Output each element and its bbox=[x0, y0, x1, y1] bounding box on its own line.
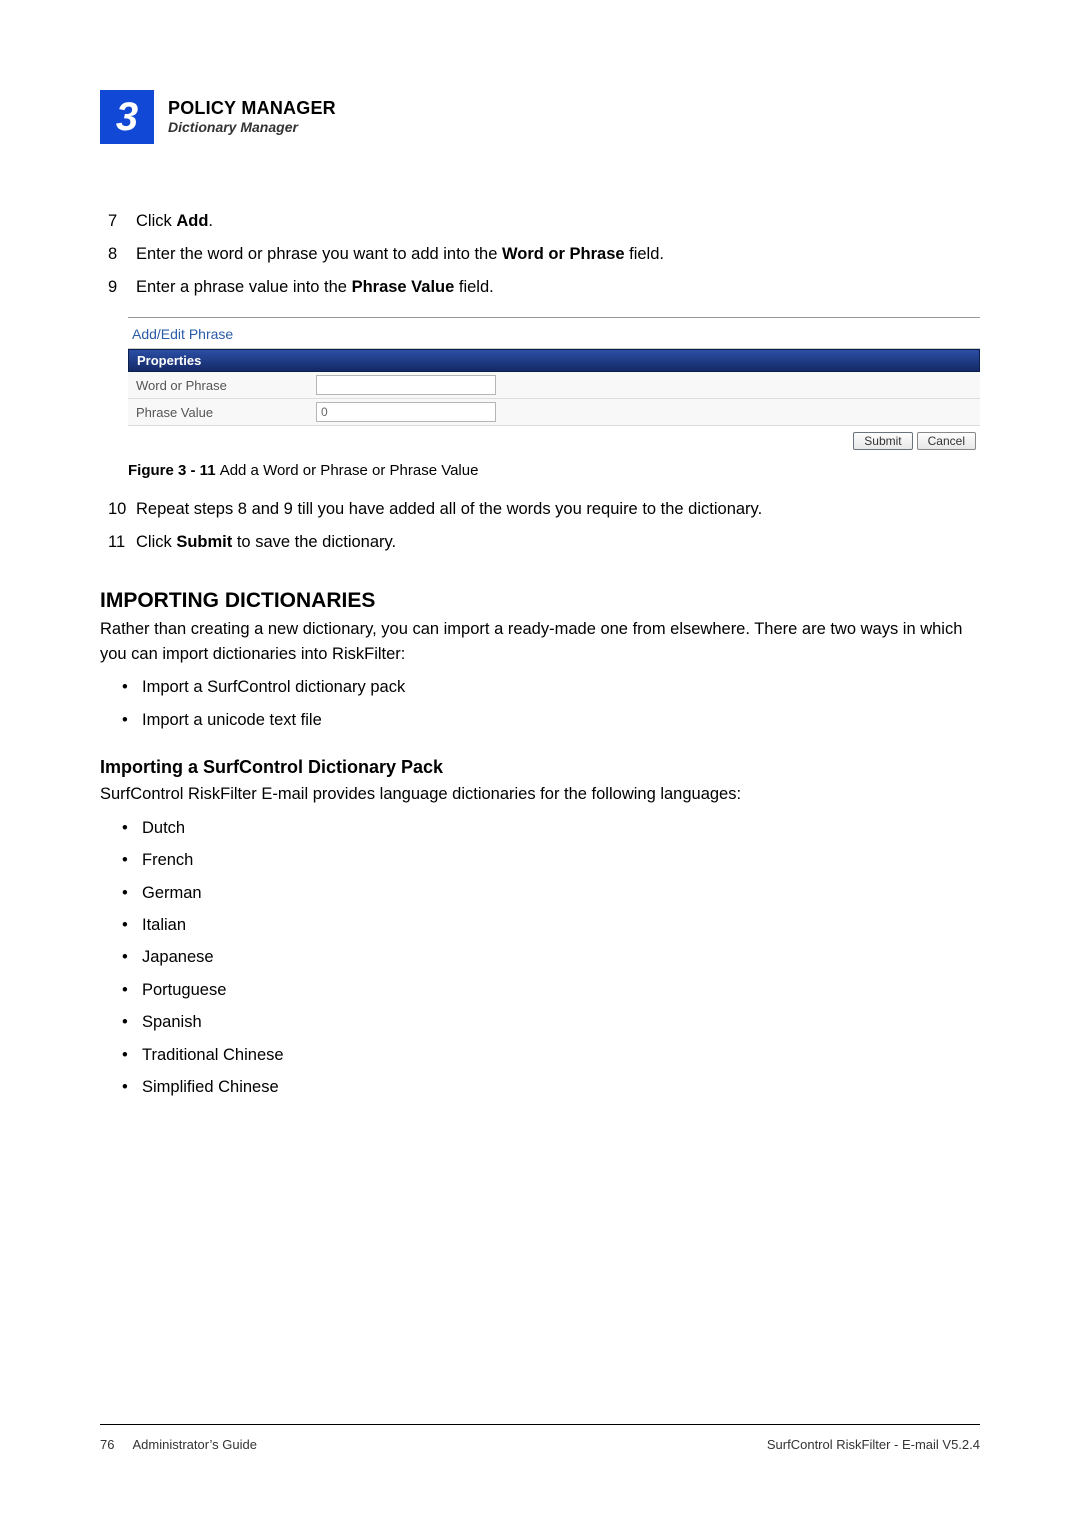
header-text: POLICY MANAGER Dictionary Manager bbox=[168, 98, 336, 136]
footer-left: 76 Administrator’s Guide bbox=[100, 1437, 257, 1452]
figure-row-word: Word or Phrase bbox=[128, 372, 980, 399]
list-item: Japanese bbox=[122, 944, 980, 970]
list-item: Import a SurfControl dictionary pack bbox=[122, 674, 980, 700]
figure-row-value: Phrase Value bbox=[128, 399, 980, 426]
product-version: SurfControl RiskFilter - E-mail V5.2.4 bbox=[767, 1437, 980, 1452]
h2b: MPORTING bbox=[106, 589, 219, 612]
figure-properties-header: Properties bbox=[128, 349, 980, 372]
step-item: 11Click Submit to save the dictionary. bbox=[108, 530, 980, 555]
step-text: Click Add. bbox=[136, 209, 980, 234]
list-item: Italian bbox=[122, 912, 980, 938]
page-footer: 76 Administrator’s Guide SurfControl Ris… bbox=[100, 1424, 980, 1452]
h2c: D bbox=[219, 589, 240, 612]
steps-list-b: 10Repeat steps 8 and 9 till you have add… bbox=[100, 497, 980, 555]
step-num: 9 bbox=[108, 275, 136, 300]
figure-row-label: Word or Phrase bbox=[136, 378, 316, 393]
page-header: 3 POLICY MANAGER Dictionary Manager bbox=[100, 90, 980, 144]
t3: M bbox=[236, 98, 256, 118]
guide-name: Administrator’s Guide bbox=[132, 1437, 257, 1452]
figure-row-label: Phrase Value bbox=[136, 405, 316, 420]
figure-caption: Figure 3 - 11 Add a Word or Phrase or Ph… bbox=[128, 462, 980, 479]
list-item: Simplified Chinese bbox=[122, 1074, 980, 1100]
list-item: German bbox=[122, 880, 980, 906]
figure-screenshot: Add/Edit Phrase Properties Word or Phras… bbox=[128, 317, 980, 454]
figure-actions: Submit Cancel bbox=[128, 426, 980, 454]
import-ways-list: Import a SurfControl dictionary pack Imp… bbox=[122, 674, 980, 733]
list-item: Traditional Chinese bbox=[122, 1042, 980, 1068]
h2d: ICTIONARIES bbox=[240, 589, 375, 612]
list-item: Dutch bbox=[122, 815, 980, 841]
step-num: 11 bbox=[108, 530, 136, 555]
languages-list: Dutch French German Italian Japanese Por… bbox=[122, 815, 980, 1101]
list-item: Portuguese bbox=[122, 977, 980, 1003]
section-heading-importing: IMPORTING DICTIONARIES bbox=[100, 589, 980, 613]
header-title: POLICY MANAGER bbox=[168, 98, 336, 119]
step-num: 7 bbox=[108, 209, 136, 234]
step-text: Repeat steps 8 and 9 till you have added… bbox=[136, 497, 980, 522]
t4: ANAGER bbox=[257, 98, 336, 118]
step-item: 8Enter the word or phrase you want to ad… bbox=[108, 242, 980, 267]
submit-button[interactable]: Submit bbox=[853, 432, 912, 450]
phrase-value-input[interactable] bbox=[316, 402, 496, 422]
step-text: Enter a phrase value into the Phrase Val… bbox=[136, 275, 980, 300]
step-item: 9Enter a phrase value into the Phrase Va… bbox=[108, 275, 980, 300]
steps-list-a: 7Click Add. 8Enter the word or phrase yo… bbox=[100, 209, 980, 299]
step-num: 10 bbox=[108, 497, 136, 522]
list-item: French bbox=[122, 847, 980, 873]
step-num: 8 bbox=[108, 242, 136, 267]
subsection-heading-pack: Importing a SurfControl Dictionary Pack bbox=[100, 757, 980, 778]
t2: OLICY bbox=[180, 98, 236, 118]
list-item: Import a unicode text file bbox=[122, 707, 980, 733]
step-text: Click Submit to save the dictionary. bbox=[136, 530, 980, 555]
step-item: 7Click Add. bbox=[108, 209, 980, 234]
page: 3 POLICY MANAGER Dictionary Manager 7Cli… bbox=[0, 0, 1080, 1527]
t1: P bbox=[168, 98, 180, 118]
figure-panel-title: Add/Edit Phrase bbox=[128, 318, 980, 349]
header-subtitle: Dictionary Manager bbox=[168, 119, 336, 136]
page-number: 76 bbox=[100, 1437, 114, 1452]
cancel-button[interactable]: Cancel bbox=[917, 432, 976, 450]
list-item: Spanish bbox=[122, 1009, 980, 1035]
chapter-number-badge: 3 bbox=[100, 90, 154, 144]
section-intro: Rather than creating a new dictionary, y… bbox=[100, 617, 980, 667]
step-text: Enter the word or phrase you want to add… bbox=[136, 242, 980, 267]
figure-caption-label: Figure 3 - 11 bbox=[128, 462, 220, 479]
subsection-intro: SurfControl RiskFilter E-mail provides l… bbox=[100, 782, 980, 807]
step-item: 10Repeat steps 8 and 9 till you have add… bbox=[108, 497, 980, 522]
figure-caption-text: Add a Word or Phrase or Phrase Value bbox=[220, 462, 479, 479]
word-or-phrase-input[interactable] bbox=[316, 375, 496, 395]
